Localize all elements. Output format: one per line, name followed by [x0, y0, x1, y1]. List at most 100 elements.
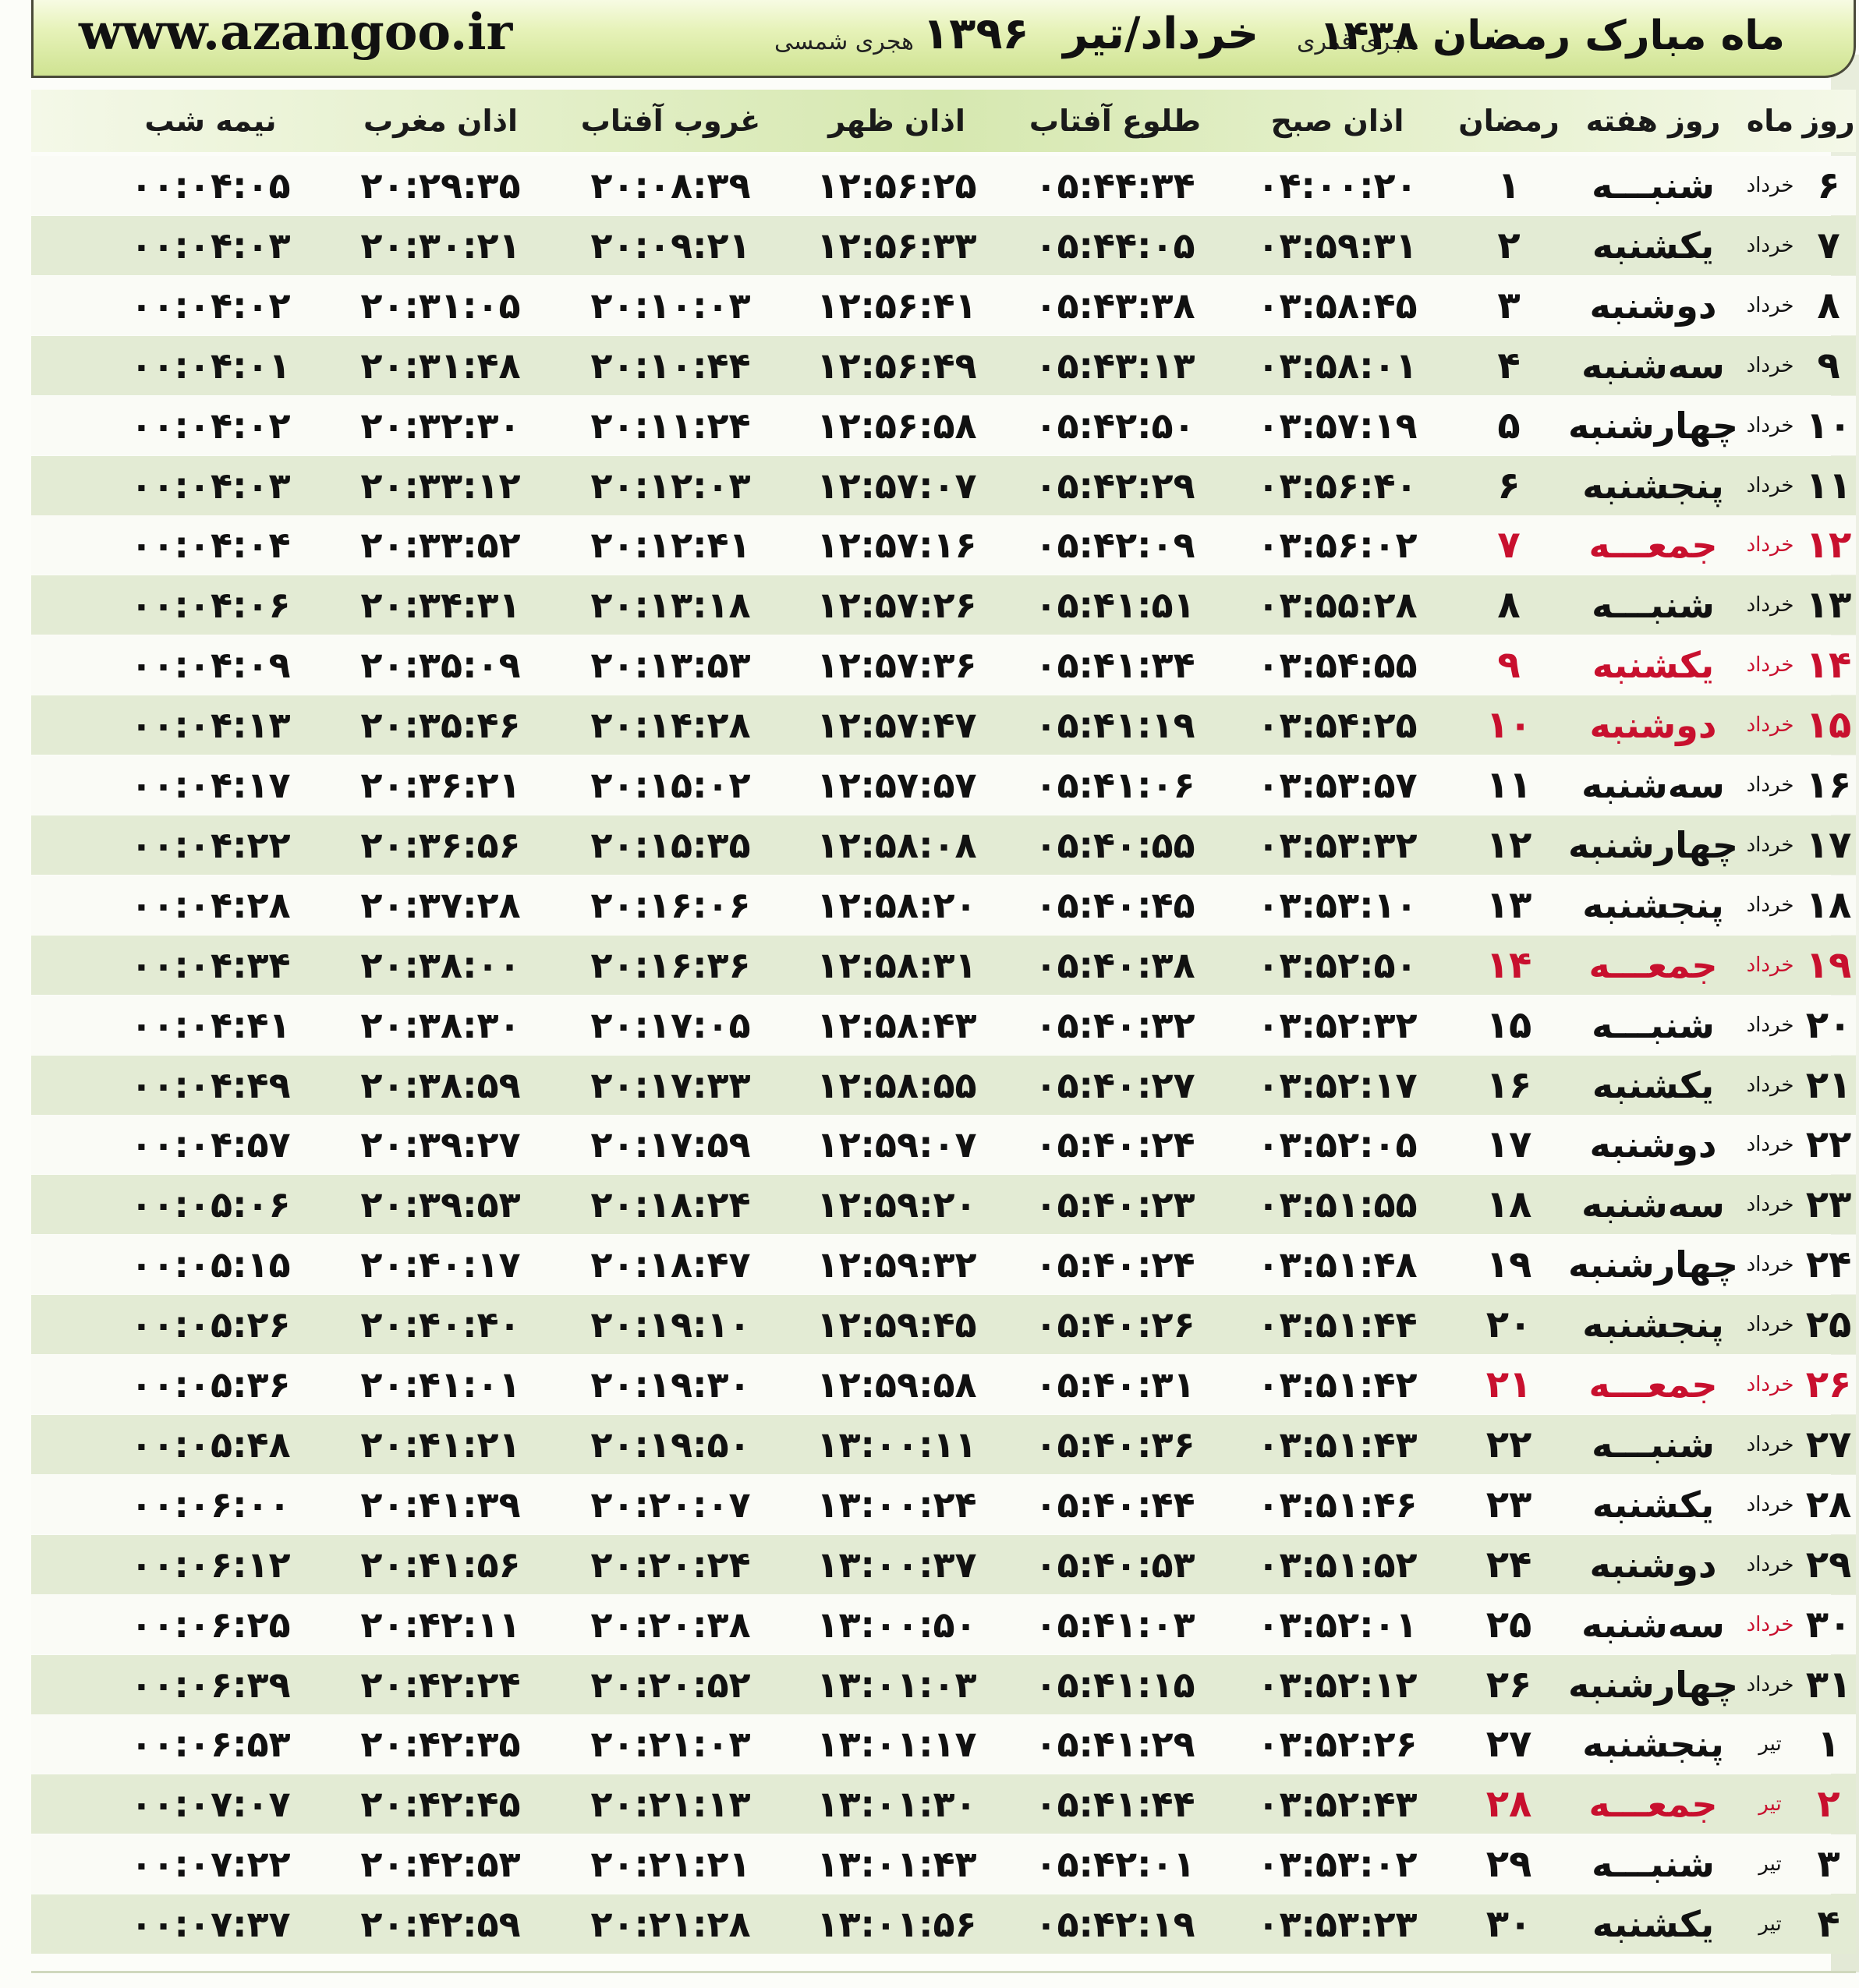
table-row: ۱۱ خرداد پنجشنبه ۶ ۰۳:۵۶:۴۰ ۰۵:۴۲:۲۹ ۱۲:۵۷:۰۷ ۲… — [31, 455, 1856, 515]
cell-sunrise: ۰۵:۴۰:۲۳ — [1035, 1183, 1195, 1226]
cell-maghrib: ۲۰:۴۱:۵۶ — [360, 1543, 521, 1586]
cell-sunrise: ۰۵:۴۱:۰۶ — [1035, 764, 1195, 806]
cell-maghrib: ۲۰:۴۲:۴۵ — [360, 1783, 521, 1826]
cell-maghrib: ۲۰:۴۱:۳۹ — [360, 1483, 521, 1526]
cell-sunset: ۲۰:۱۶:۳۶ — [590, 943, 751, 986]
cell-day: ۲۱ — [1805, 1063, 1852, 1107]
cell-day: ۹ — [1817, 343, 1840, 387]
cell-midnight: ۰۰:۰۴:۰۴ — [130, 524, 291, 567]
cell-ramadan: ۲۴ — [1485, 1542, 1532, 1587]
cell-weekday: پنجشنبه — [1582, 1304, 1724, 1346]
cell-weekday: شنبـــه — [1592, 1423, 1715, 1466]
cell-sunrise: ۰۵:۴۱:۲۹ — [1035, 1723, 1195, 1766]
cell-ramadan: ۲۸ — [1485, 1782, 1532, 1827]
cell-midnight: ۰۰:۰۴:۰۲ — [130, 404, 291, 447]
cell-ramadan: ۱۶ — [1485, 1063, 1532, 1107]
table-row: ۱۵ خرداد دوشنبه ۱۰ ۰۳:۵۴:۲۵ ۰۵:۴۱:۱۹ ۱۲:۵۷:۴۷ ۲… — [31, 695, 1856, 755]
cell-ramadan: ۸ — [1497, 583, 1521, 628]
header-sunset: غروب آفتاب — [580, 104, 761, 138]
site-url[interactable]: www.azangoo.ir — [79, 2, 512, 64]
cell-sunset: ۲۰:۱۰:۰۳ — [590, 284, 751, 327]
cell-weekday: سه‌شنبه — [1581, 764, 1725, 806]
cell-weekday: جمعـــه — [1588, 943, 1718, 986]
cell-fajr: ۰۳:۵۶:۰۲ — [1257, 524, 1418, 567]
cell-sunset: ۲۰:۱۹:۱۰ — [590, 1304, 751, 1346]
cell-weekday: جمعـــه — [1588, 524, 1718, 567]
cell-dhuhr: ۱۳:۰۰:۲۴ — [816, 1483, 977, 1526]
cell-ramadan: ۲۶ — [1485, 1662, 1532, 1707]
cell-day: ۳۰ — [1805, 1602, 1852, 1647]
table-row: ۸ خرداد دوشنبه ۳ ۰۳:۵۸:۴۵ ۰۵:۴۳:۳۸ ۱۲:۵۶:۴۱ ۲۰:… — [31, 275, 1856, 335]
cell-day: ۲۲ — [1805, 1123, 1852, 1167]
cell-midnight: ۰۰:۰۴:۰۹ — [130, 644, 291, 687]
cell-day: ۱۲ — [1805, 523, 1852, 568]
cell-month: خرداد — [1746, 593, 1794, 617]
cell-fajr: ۰۳:۵۱:۴۳ — [1257, 1423, 1418, 1466]
cell-month: خرداد — [1746, 713, 1794, 738]
cell-maghrib: ۲۰:۳۱:۰۵ — [360, 284, 521, 327]
cell-month: خرداد — [1746, 353, 1794, 377]
cell-weekday: دوشنبه — [1589, 704, 1717, 747]
cell-month: خرداد — [1746, 1133, 1794, 1157]
cell-month: خرداد — [1746, 1193, 1794, 1217]
cell-sunrise: ۰۵:۴۰:۲۴ — [1035, 1123, 1195, 1166]
cell-dhuhr: ۱۲:۵۸:۳۱ — [816, 943, 977, 986]
cell-sunset: ۲۰:۱۳:۵۳ — [590, 644, 751, 687]
cell-maghrib: ۲۰:۲۹:۳۵ — [360, 164, 521, 207]
shamsi-months: خرداد/تیر — [1063, 9, 1259, 59]
cell-midnight: ۰۰:۰۶:۳۹ — [130, 1663, 291, 1706]
shamsi-year: ۱۳۹۶ — [922, 9, 1029, 59]
cell-ramadan: ۲۰ — [1485, 1303, 1532, 1347]
cell-sunset: ۲۰:۲۰:۲۴ — [590, 1543, 751, 1586]
cell-sunrise: ۰۵:۴۰:۳۶ — [1035, 1423, 1195, 1466]
bottom-divider — [31, 1971, 1856, 1973]
table-row: ۲۷ خرداد شنبـــه ۲۲ ۰۳:۵۱:۴۳ ۰۵:۴۰:۳۶ ۱۳:۰۰:۱۱… — [31, 1414, 1856, 1474]
header-fajr: اذان صبح — [1270, 104, 1404, 138]
cell-dhuhr: ۱۲:۵۷:۰۷ — [816, 464, 977, 507]
table-row: ۲۳ خرداد سه‌شنبه ۱۸ ۰۳:۵۱:۵۵ ۰۵:۴۰:۲۳ ۱۲:۵۹:۲۰… — [31, 1175, 1856, 1235]
header-month: ماه — [1746, 104, 1794, 138]
cell-maghrib: ۲۰:۳۶:۲۱ — [360, 764, 521, 806]
cell-month: خرداد — [1746, 413, 1794, 437]
cell-dhuhr: ۱۳:۰۱:۵۶ — [816, 1903, 977, 1946]
cell-sunset: ۲۰:۱۷:۵۹ — [590, 1123, 751, 1166]
cell-midnight: ۰۰:۰۴:۴۱ — [130, 1003, 291, 1046]
cell-maghrib: ۲۰:۴۱:۰۱ — [360, 1364, 521, 1406]
cell-weekday: یکشنبه — [1592, 224, 1715, 267]
cell-fajr: ۰۳:۵۳:۰۲ — [1257, 1843, 1418, 1886]
cell-dhuhr: ۱۲:۵۶:۴۹ — [816, 344, 977, 387]
cell-midnight: ۰۰:۰۵:۴۸ — [130, 1423, 291, 1466]
cell-ramadan: ۳۰ — [1485, 1902, 1532, 1947]
table-row: ۶ خرداد شنبـــه ۱ ۰۴:۰۰:۲۰ ۰۵:۴۴:۳۴ ۱۲:۵۶:۲۵ ۲۰… — [31, 156, 1856, 215]
cell-maghrib: ۲۰:۳۶:۵۶ — [360, 823, 521, 866]
cell-sunrise: ۰۵:۴۲:۰۹ — [1035, 524, 1195, 567]
cell-month: تیر — [1758, 1792, 1782, 1816]
cell-sunrise: ۰۵:۴۲:۰۱ — [1035, 1843, 1195, 1886]
cell-weekday: پنجشنبه — [1582, 1723, 1724, 1766]
cell-midnight: ۰۰:۰۴:۰۱ — [130, 344, 291, 387]
cell-month: خرداد — [1746, 953, 1794, 977]
header-ramadan: رمضان — [1458, 104, 1560, 138]
table-row: ۱۶ خرداد سه‌شنبه ۱۱ ۰۳:۵۳:۵۷ ۰۵:۴۱:۰۶ ۱۲:۵۷:۵۷… — [31, 755, 1856, 815]
table-row: ۷ خرداد یکشنبه ۲ ۰۳:۵۹:۳۱ ۰۵:۴۴:۰۵ ۱۲:۵۶:۳۳ ۲۰:… — [31, 215, 1856, 275]
cell-month: خرداد — [1746, 833, 1794, 857]
cell-sunset: ۲۰:۱۵:۳۵ — [590, 823, 751, 866]
cell-day: ۳ — [1817, 1842, 1840, 1887]
cell-weekday: جمعـــه — [1588, 1364, 1718, 1406]
cell-weekday: چهارشنبه — [1568, 1243, 1738, 1286]
cell-sunset: ۲۰:۲۱:۱۳ — [590, 1783, 751, 1826]
cell-sunset: ۲۰:۲۱:۰۳ — [590, 1723, 751, 1766]
cell-midnight: ۰۰:۰۴:۵۷ — [130, 1123, 291, 1166]
cell-day: ۱۸ — [1805, 883, 1852, 927]
cell-maghrib: ۲۰:۳۱:۴۸ — [360, 344, 521, 387]
cell-ramadan: ۱۵ — [1485, 1003, 1532, 1047]
cell-ramadan: ۲ — [1497, 223, 1521, 267]
cell-sunset: ۲۰:۲۰:۳۸ — [590, 1603, 751, 1646]
cell-dhuhr: ۱۲:۵۸:۴۳ — [816, 1003, 977, 1046]
cell-sunrise: ۰۵:۴۰:۴۴ — [1035, 1483, 1195, 1526]
cell-sunset: ۲۰:۱۷:۰۵ — [590, 1003, 751, 1046]
cell-fajr: ۰۳:۵۵:۲۸ — [1257, 584, 1418, 627]
cell-maghrib: ۲۰:۴۲:۳۵ — [360, 1723, 521, 1766]
cell-fajr: ۰۳:۵۶:۴۰ — [1257, 464, 1418, 507]
cell-weekday: دوشنبه — [1589, 1123, 1717, 1166]
